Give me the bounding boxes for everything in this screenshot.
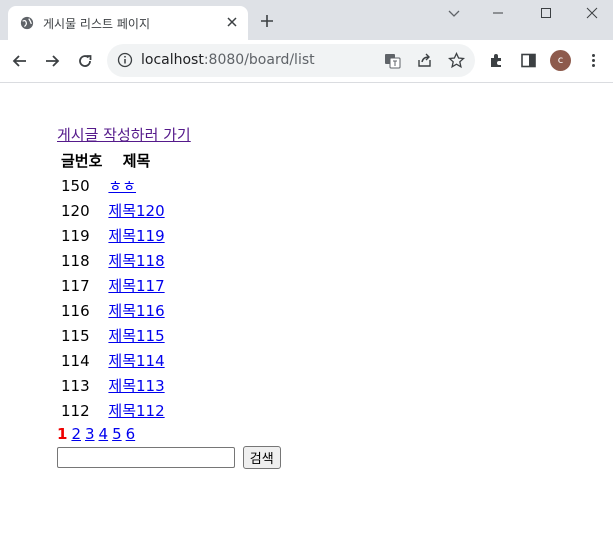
post-number: 119: [61, 226, 90, 245]
post-number: 116: [61, 301, 90, 320]
write-post-link[interactable]: 게시글 작성하러 가기: [57, 123, 281, 147]
close-window-icon[interactable]: [584, 5, 600, 21]
post-number: 120: [61, 201, 90, 220]
table-row: 112 제목112: [59, 399, 167, 422]
tab-search-chevron-icon[interactable]: [446, 5, 462, 21]
url-text[interactable]: localhost:8080/board/list: [141, 52, 315, 68]
extensions-icon[interactable]: [488, 52, 505, 69]
post-title-cell: 제목114: [106, 349, 166, 372]
url-host: localhost: [141, 52, 204, 68]
post-title-cell: 제목118: [106, 249, 166, 272]
table-row: 113 제목113: [59, 374, 167, 397]
post-number: 150: [61, 176, 90, 195]
board-table-body: 150 ㅎㅎ 120 제목120 119 제목119 118 제목118 117 제목117 116…: [59, 174, 167, 422]
close-tab-icon[interactable]: [224, 14, 240, 30]
board-table: 글번호 제목 150 ㅎㅎ 120 제목120 119 제목119 118 제목118 117 제…: [57, 147, 169, 424]
bookmark-star-icon[interactable]: [448, 52, 465, 69]
column-header-title: 제목: [122, 152, 151, 170]
post-title-link[interactable]: 제목117: [108, 277, 164, 295]
globe-icon: [20, 16, 34, 30]
current-page: 1: [57, 425, 68, 443]
address-bar[interactable]: localhost:8080/board/list: [107, 44, 475, 77]
post-title-link[interactable]: 제목112: [108, 402, 164, 420]
page-link[interactable]: 6: [126, 425, 136, 443]
post-title-link[interactable]: ㅎㅎ: [108, 177, 136, 195]
table-row: 120 제목120: [59, 199, 167, 222]
search-button[interactable]: 검색: [242, 446, 281, 469]
table-row: 150 ㅎㅎ: [59, 174, 167, 197]
post-title-cell: 제목112: [106, 399, 166, 422]
page-link[interactable]: 3: [85, 425, 95, 443]
post-title-link[interactable]: 제목120: [108, 202, 164, 220]
tab-strip: 게시물 리스트 페이지: [0, 0, 613, 40]
page-links: 23456: [71, 425, 139, 443]
pagination: 123456: [57, 424, 281, 444]
post-number: 117: [61, 276, 90, 295]
maximize-icon[interactable]: [538, 5, 554, 21]
browser-toolbar: localhost:8080/board/list c: [0, 40, 613, 83]
post-title-link[interactable]: 제목114: [108, 352, 164, 370]
page-link[interactable]: 5: [112, 425, 122, 443]
post-number: 118: [61, 251, 90, 270]
post-number: 115: [61, 326, 90, 345]
table-row: 119 제목119: [59, 224, 167, 247]
post-title-link[interactable]: 제목116: [108, 302, 164, 320]
side-panel-icon[interactable]: [520, 52, 537, 69]
table-row: 118 제목118: [59, 249, 167, 272]
table-header-row: 글번호 제목: [59, 149, 167, 172]
post-title-cell: 제목113: [106, 374, 166, 397]
minimize-icon[interactable]: [490, 5, 506, 21]
search-form: 검색: [57, 446, 281, 469]
column-header-number: 글번호: [61, 152, 103, 170]
tab-title: 게시물 리스트 페이지: [43, 17, 150, 31]
post-title-link[interactable]: 제목118: [108, 252, 164, 270]
reload-icon[interactable]: [76, 52, 94, 70]
table-row: 115 제목115: [59, 324, 167, 347]
post-title-cell: ㅎㅎ: [106, 174, 166, 197]
post-title-cell: 제목115: [106, 324, 166, 347]
browser-tab[interactable]: 게시물 리스트 페이지: [8, 6, 248, 40]
translate-icon[interactable]: [384, 52, 401, 69]
post-title-link[interactable]: 제목119: [108, 227, 164, 245]
page-content: 게시글 작성하러 가기 글번호 제목 150 ㅎㅎ 120 제목120 119 제목119…: [57, 123, 281, 469]
share-icon[interactable]: [416, 52, 433, 69]
post-title-cell: 제목117: [106, 274, 166, 297]
new-tab-icon[interactable]: [259, 13, 275, 29]
site-info-icon[interactable]: [117, 52, 133, 68]
table-row: 116 제목116: [59, 299, 167, 322]
post-title-cell: 제목120: [106, 199, 166, 222]
table-row: 117 제목117: [59, 274, 167, 297]
post-title-link[interactable]: 제목115: [108, 327, 164, 345]
search-input[interactable]: [57, 447, 235, 468]
post-title-cell: 제목116: [106, 299, 166, 322]
post-title-link[interactable]: 제목113: [108, 377, 164, 395]
page-link[interactable]: 4: [99, 425, 109, 443]
url-path: :8080/board/list: [203, 52, 315, 68]
profile-avatar[interactable]: c: [550, 50, 571, 71]
post-number: 113: [61, 376, 90, 395]
forward-icon[interactable]: [43, 52, 61, 70]
more-menu-icon[interactable]: [585, 52, 602, 69]
table-row: 114 제목114: [59, 349, 167, 372]
post-number: 112: [61, 401, 90, 420]
post-title-cell: 제목119: [106, 224, 166, 247]
post-number: 114: [61, 351, 90, 370]
back-icon[interactable]: [11, 52, 29, 70]
page-link[interactable]: 2: [71, 425, 81, 443]
